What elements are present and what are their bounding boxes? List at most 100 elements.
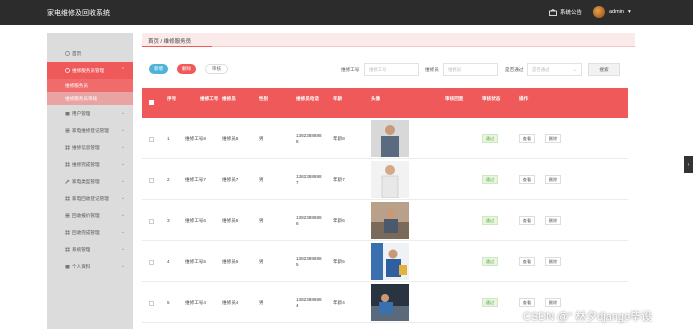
view-button[interactable]: 查看: [519, 216, 535, 225]
cell-worker-no: 维修工号7: [185, 177, 206, 182]
cell-age: 年龄7: [333, 177, 345, 182]
cell-gender: 男: [259, 177, 264, 182]
tool-icon: [65, 179, 70, 184]
sidebar-item-repair-info[interactable]: 维修信息管理 ⌄: [47, 139, 133, 156]
table-row: 3 维修工号6 维修员6 男 13823888886 年龄6 通过 查看 删除: [142, 200, 628, 241]
user-label: admin: [609, 9, 624, 15]
sidebar-item-label: 家电维修登记管理: [72, 127, 109, 133]
sidebar-item-worker-management[interactable]: 维修服务员管理 ⌃: [47, 62, 133, 79]
list-icon: [65, 128, 70, 133]
cell-age: 年龄5: [333, 259, 345, 264]
worker-photo: [371, 120, 409, 157]
main-content: 首页 / 维修服务员 新增 删除 审核 维修工号 维修工号 维修员 维修员 是否…: [142, 33, 635, 329]
notice-link[interactable]: 系统公告: [549, 8, 582, 16]
sidebar-item-label: 首页: [72, 50, 82, 56]
view-button[interactable]: 查看: [519, 257, 535, 266]
sidebar-item-profile[interactable]: 个人资料 ⌄: [47, 258, 133, 275]
sidebar-subitem-label: 维修服务员: [65, 82, 88, 88]
workers-table: 序号 维修工号 维修员 性别 维修员电话 年龄 头像 审核回复 审核状态 操作 …: [142, 88, 628, 323]
status-badge: 通过: [482, 298, 498, 307]
view-button[interactable]: 查看: [519, 134, 535, 143]
cell-worker-no: 维修工号6: [185, 218, 206, 223]
worker-photo: [371, 202, 409, 239]
sidebar-item-recycle-complete[interactable]: 回收完成管理 ⌄: [47, 224, 133, 241]
row-checkbox[interactable]: [149, 219, 154, 224]
chevron-down-icon: ⌄: [120, 178, 125, 184]
sidebar-item-label: 用户管理: [72, 110, 91, 116]
row-checkbox[interactable]: [149, 137, 154, 142]
row-checkbox[interactable]: [149, 178, 154, 183]
chevron-down-icon: ⌄: [120, 246, 125, 252]
sidebar-subitem-workers[interactable]: 维修服务员: [47, 79, 133, 92]
grid-icon: [65, 196, 70, 201]
grid-icon: [65, 247, 70, 252]
add-button[interactable]: 新增: [149, 64, 168, 74]
cell-name: 维修员5: [222, 259, 239, 264]
row-delete-button[interactable]: 删除: [545, 298, 561, 307]
status-badge: 通过: [482, 216, 498, 225]
view-button[interactable]: 查看: [519, 298, 535, 307]
header-index: 序号: [167, 96, 177, 101]
top-bar: 家电维修及回收系统 系统公告 admin ▾: [0, 0, 693, 25]
row-delete-button[interactable]: 删除: [545, 134, 561, 143]
sidebar-item-home[interactable]: 首页: [47, 45, 133, 62]
worker-no-input[interactable]: 维修工号: [364, 63, 419, 76]
sidebar-subitem-worker-audit[interactable]: 维修服务员审核: [47, 92, 133, 105]
chevron-down-icon: ⌄: [120, 212, 125, 218]
grid-icon: [65, 230, 70, 235]
avatar: [593, 6, 605, 18]
sidebar-item-users[interactable]: 用户管理 ⌄: [47, 105, 133, 122]
chevron-down-icon: ⌄: [120, 144, 125, 150]
row-delete-button[interactable]: 删除: [545, 175, 561, 184]
header-reply: 审核回复: [445, 96, 464, 101]
sidebar-item-label: 回收报价管理: [72, 212, 100, 218]
sidebar-item-label: 回收完成管理: [72, 229, 100, 235]
watermark: CSDN @“ 林夕django毕设: [523, 311, 653, 323]
table-row: 1 维修工号8 维修员8 男 13823888888 年龄8 通过 查看 删除: [142, 118, 628, 159]
search-button[interactable]: 搜索: [588, 63, 620, 76]
cell-age: 年龄6: [333, 218, 345, 223]
cell-gender: 男: [259, 218, 264, 223]
sidebar-item-repair-complete[interactable]: 维修完成管理 ⌄: [47, 156, 133, 173]
sidebar-item-label: 个人资料: [72, 263, 91, 269]
cell-name: 维修员4: [222, 300, 239, 305]
cell-index: 2: [167, 177, 170, 182]
cell-index: 3: [167, 218, 170, 223]
chevron-down-icon: ▾: [627, 9, 631, 15]
status-badge: 通过: [482, 257, 498, 266]
side-toggle-handle[interactable]: ‹: [684, 156, 693, 173]
cell-index: 1: [167, 136, 170, 141]
chevron-down-icon: ⌄: [120, 229, 125, 235]
sidebar-item-repair-registration[interactable]: 家电维修登记管理 ⌄: [47, 122, 133, 139]
row-checkbox[interactable]: [149, 301, 154, 306]
sidebar-item-label: 维修服务员管理: [72, 67, 105, 73]
cell-phone: 13823888888: [296, 133, 322, 144]
row-delete-button[interactable]: 删除: [545, 257, 561, 266]
user-menu[interactable]: admin ▾: [593, 6, 631, 18]
delete-button[interactable]: 删除: [177, 64, 196, 74]
audit-button[interactable]: 审核: [205, 64, 228, 74]
row-delete-button[interactable]: 删除: [545, 216, 561, 225]
worker-photo: [371, 284, 409, 321]
row-checkbox[interactable]: [149, 260, 154, 265]
sidebar-item-recycle-quote[interactable]: 回收报价管理 ⌄: [47, 207, 133, 224]
approved-select[interactable]: 是否通过 ⌄: [527, 63, 582, 76]
sidebar-item-recycle-registration[interactable]: 家电回收登记管理 ⌄: [47, 190, 133, 207]
chevron-down-icon: ⌄: [120, 195, 125, 201]
select-all-checkbox[interactable]: [149, 100, 154, 105]
status-badge: 通过: [482, 134, 498, 143]
chevron-down-icon: ⌄: [120, 161, 125, 167]
list-icon: [65, 213, 70, 218]
sidebar-subitem-label: 维修服务员审核: [65, 95, 98, 101]
notice-icon: [549, 8, 557, 16]
cell-age: 年龄4: [333, 300, 345, 305]
table-header: 序号 维修工号 维修员 性别 维修员电话 年龄 头像 审核回复 审核状态 操作: [142, 88, 628, 118]
header-actions: 操作: [519, 96, 529, 101]
worker-name-input[interactable]: 维修员: [443, 63, 498, 76]
sidebar-item-label: 家电类型管理: [72, 178, 100, 184]
chevron-left-icon: ‹: [687, 161, 690, 168]
breadcrumb-text: 首页 / 维修服务员: [148, 39, 192, 45]
view-button[interactable]: 查看: [519, 175, 535, 184]
sidebar-item-system[interactable]: 系统管理 ⌄: [47, 241, 133, 258]
sidebar-item-appliance-types[interactable]: 家电类型管理 ⌄: [47, 173, 133, 190]
